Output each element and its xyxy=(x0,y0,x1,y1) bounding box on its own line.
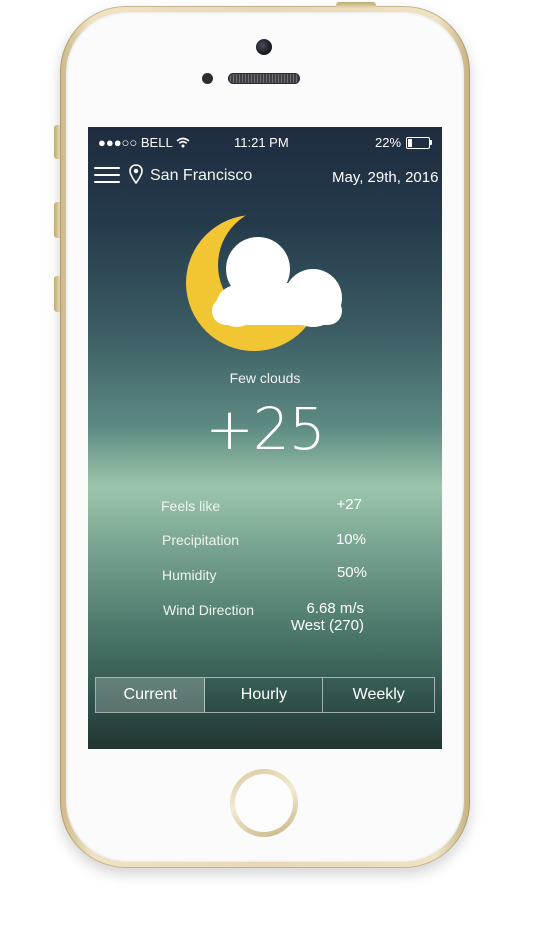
current-temperature: +25 xyxy=(205,395,325,463)
app-screen: ●●●○○ BELL 11:21 PM 22% San Francisco Ma… xyxy=(88,127,442,749)
location-name[interactable]: San Francisco xyxy=(150,167,252,185)
detail-label: Wind Direction xyxy=(163,602,255,618)
battery-level xyxy=(408,139,412,147)
power-button xyxy=(336,2,376,8)
tab-hourly[interactable]: Hourly xyxy=(205,678,324,712)
detail-value: 6.68 m/s xyxy=(306,600,364,617)
hamburger-menu-icon[interactable] xyxy=(94,167,120,185)
detail-value: 10% xyxy=(335,531,366,548)
home-button-face xyxy=(235,774,293,832)
proximity-sensor xyxy=(202,73,213,84)
detail-label: Feels like xyxy=(161,498,221,514)
mute-switch xyxy=(54,125,60,159)
volume-down-button xyxy=(54,276,60,312)
battery-nub xyxy=(430,140,432,145)
tab-current[interactable]: Current xyxy=(96,678,206,712)
earpiece-speaker xyxy=(228,73,300,84)
weather-condition: Few clouds xyxy=(229,370,301,386)
moon-cloud-star-icon xyxy=(186,215,342,351)
map-pin-icon xyxy=(129,164,143,184)
detail-value: +27 xyxy=(336,496,362,513)
status-carrier: ●●●○○ BELL xyxy=(98,135,173,150)
home-button[interactable] xyxy=(230,769,298,837)
battery-icon xyxy=(406,137,430,149)
detail-value: 50% xyxy=(336,564,367,581)
front-camera xyxy=(256,39,272,55)
view-tabbar: Current Hourly Weekly xyxy=(95,677,435,713)
wifi-icon xyxy=(176,137,190,148)
detail-value-secondary: West (270) xyxy=(290,617,364,634)
volume-up-button xyxy=(54,202,60,238)
tab-weekly[interactable]: Weekly xyxy=(323,678,434,712)
detail-label: Humidity xyxy=(162,567,217,583)
status-time: 11:21 PM xyxy=(234,135,289,150)
detail-label: Precipitation xyxy=(162,532,240,548)
date-label: May, 29th, 2016 xyxy=(332,169,439,186)
battery-percentage: 22% xyxy=(375,135,402,150)
